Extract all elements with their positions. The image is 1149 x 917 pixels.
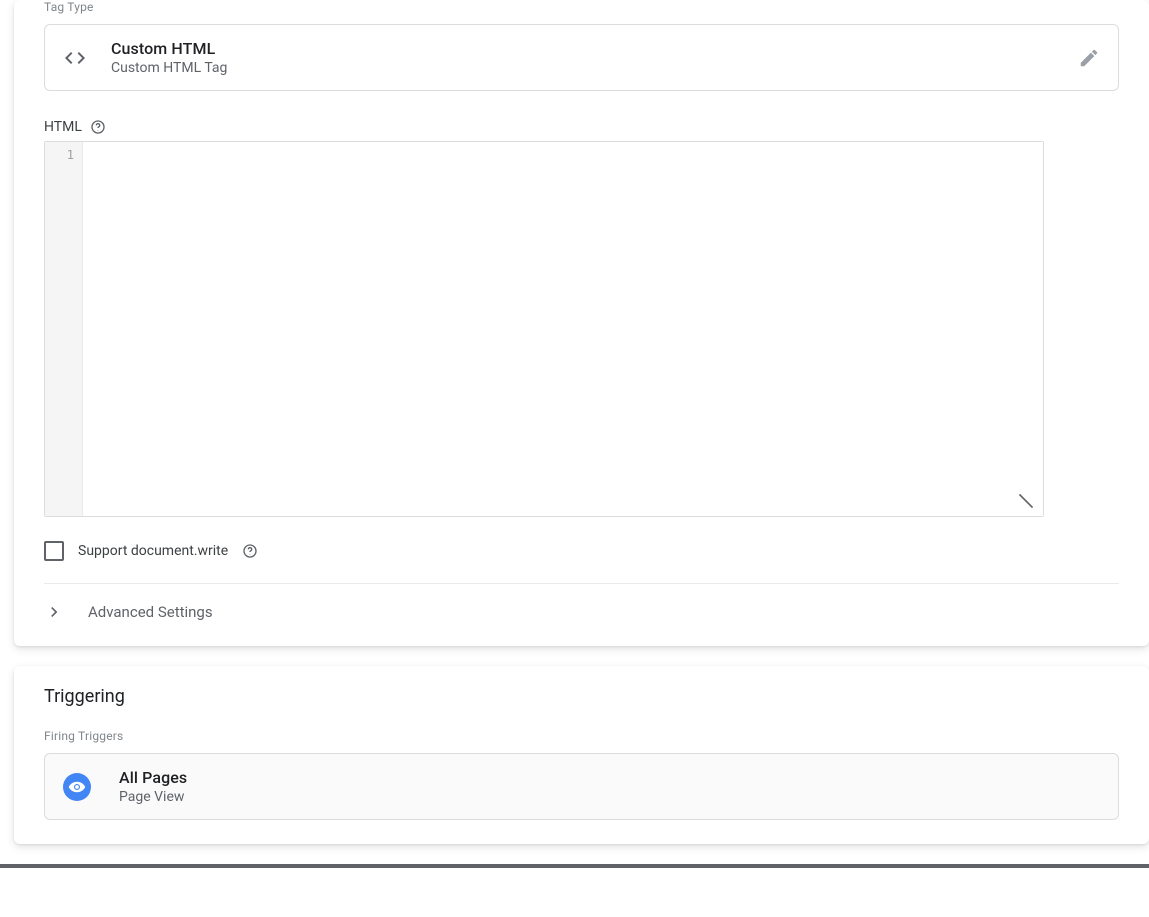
window-bottom-bar bbox=[0, 864, 1149, 868]
triggering-title: Triggering bbox=[44, 666, 1119, 729]
trigger-title: All Pages bbox=[119, 768, 1100, 787]
trigger-subtitle: Page View bbox=[119, 789, 1100, 805]
tag-configuration-card: Tag Type Custom HTML Custom HTML Tag HTM… bbox=[14, 0, 1149, 646]
help-icon[interactable] bbox=[242, 543, 258, 559]
tag-type-titles: Custom HTML Custom HTML Tag bbox=[111, 39, 1078, 76]
support-docwrite-label: Support document.write bbox=[78, 543, 228, 559]
triggering-card: Triggering Firing Triggers All Pages Pag… bbox=[14, 666, 1149, 844]
edit-pencil-icon[interactable] bbox=[1078, 47, 1100, 69]
html-code-textarea[interactable] bbox=[83, 142, 1043, 516]
support-docwrite-row: Support document.write bbox=[44, 541, 1119, 561]
tag-type-subtitle: Custom HTML Tag bbox=[111, 60, 1078, 76]
support-docwrite-checkbox[interactable] bbox=[44, 541, 64, 561]
trigger-type-badge bbox=[63, 773, 91, 801]
chevron-right-icon bbox=[44, 602, 64, 622]
tag-type-title: Custom HTML bbox=[111, 39, 1078, 58]
trigger-titles: All Pages Page View bbox=[119, 768, 1100, 805]
tag-type-selector-row[interactable]: Custom HTML Custom HTML Tag bbox=[44, 24, 1119, 91]
html-editor-label: HTML bbox=[44, 119, 82, 135]
html-label-row: HTML bbox=[44, 119, 1119, 135]
divider bbox=[44, 583, 1119, 584]
eye-icon bbox=[68, 778, 86, 796]
code-icon bbox=[63, 46, 87, 70]
resize-handle-icon[interactable] bbox=[1017, 492, 1035, 510]
html-code-editor[interactable]: 1 bbox=[44, 141, 1044, 517]
help-icon[interactable] bbox=[90, 119, 106, 135]
tag-type-section-label: Tag Type bbox=[44, 0, 1119, 14]
firing-triggers-label: Firing Triggers bbox=[44, 729, 1119, 743]
advanced-settings-label: Advanced Settings bbox=[88, 603, 213, 621]
editor-line-number: 1 bbox=[45, 146, 82, 164]
advanced-settings-toggle[interactable]: Advanced Settings bbox=[44, 602, 1119, 622]
editor-gutter: 1 bbox=[45, 142, 83, 516]
firing-trigger-row[interactable]: All Pages Page View bbox=[44, 753, 1119, 820]
